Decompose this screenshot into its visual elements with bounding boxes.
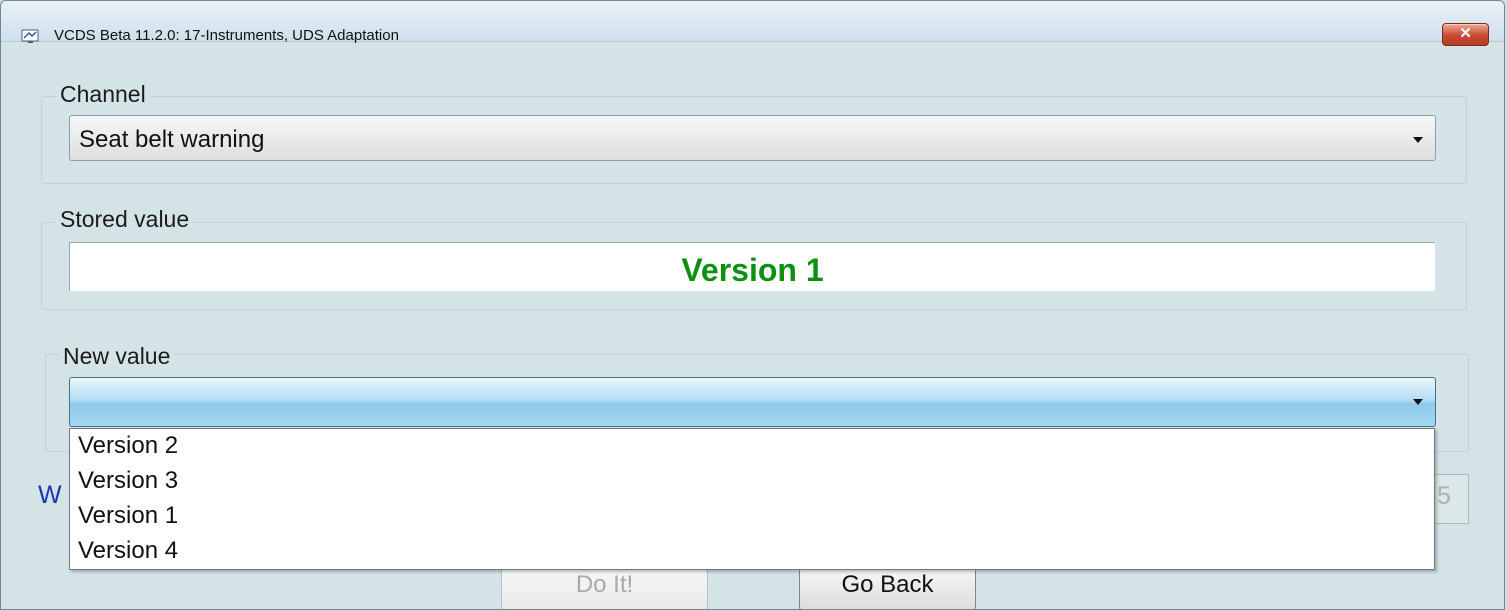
chevron-down-icon	[1413, 137, 1423, 143]
stored-value-field: Version 1	[69, 242, 1435, 291]
do-it-button[interactable]: Do It!	[501, 567, 708, 609]
channel-selected-value: Seat belt warning	[79, 126, 265, 153]
chevron-down-icon	[1413, 399, 1423, 405]
option-version-1[interactable]: Version 1	[78, 502, 178, 530]
option-version-2[interactable]: Version 2	[78, 432, 178, 460]
new-value-options-list: Version 2 Version 3 Version 1 Version 4	[69, 428, 1435, 570]
close-icon: ✕	[1459, 25, 1472, 42]
option-version-4[interactable]: Version 4	[78, 537, 178, 565]
channel-dropdown[interactable]: Seat belt warning	[69, 115, 1436, 161]
close-button[interactable]: ✕	[1442, 23, 1489, 46]
title-bar[interactable]: VCDS Beta 11.2.0: 17-Instruments, UDS Ad…	[1, 1, 1504, 46]
go-back-button[interactable]: Go Back	[799, 567, 976, 609]
new-value-dropdown[interactable]	[69, 377, 1436, 427]
stored-value-label: Stored value	[56, 206, 194, 233]
channel-label: Channel	[56, 81, 150, 108]
app-icon	[21, 29, 39, 43]
partial-value-right: 5	[1437, 482, 1451, 510]
partial-label-left: W	[38, 481, 62, 509]
window-title: VCDS Beta 11.2.0: 17-Instruments, UDS Ad…	[54, 27, 399, 44]
new-value-label: New value	[59, 343, 175, 370]
go-back-label: Go Back	[841, 571, 934, 598]
option-version-3[interactable]: Version 3	[78, 467, 178, 495]
stored-value-text: Version 1	[681, 252, 824, 288]
do-it-label: Do It!	[575, 571, 634, 598]
adaptation-window: VCDS Beta 11.2.0: 17-Instruments, UDS Ad…	[0, 0, 1505, 610]
